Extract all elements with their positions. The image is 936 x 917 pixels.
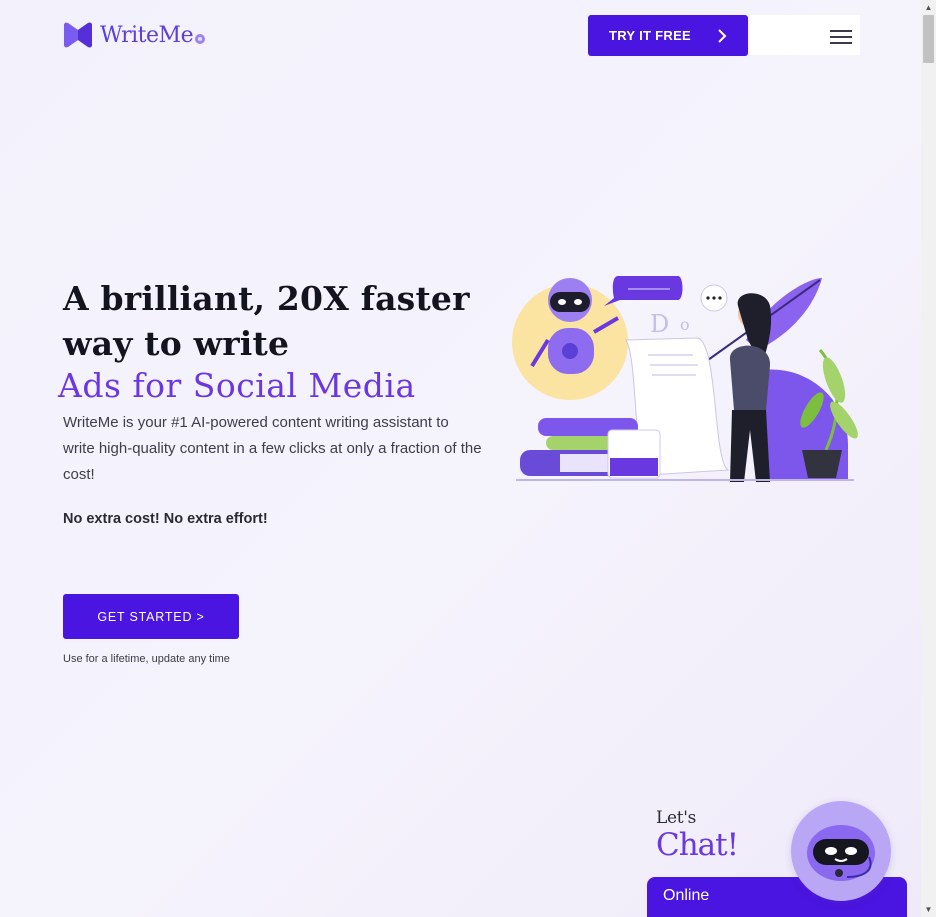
page: WriteMe TRY IT FREE A brilliant, 20X fas… bbox=[0, 0, 921, 917]
scroll-down-icon[interactable]: ▼ bbox=[921, 902, 936, 917]
chat-callout: Let's Chat! bbox=[656, 806, 739, 863]
chat-word-text: Chat! bbox=[656, 827, 739, 863]
page-scrollbar[interactable]: ▲ ▼ bbox=[921, 0, 936, 917]
svg-text:o: o bbox=[680, 315, 690, 334]
scroll-thumb[interactable] bbox=[923, 15, 934, 63]
chat-launcher-button[interactable] bbox=[791, 801, 891, 901]
robot-chat-icon bbox=[807, 825, 875, 881]
get-started-button[interactable]: GET STARTED > bbox=[63, 594, 239, 639]
cta-note: Use for a lifetime, update any time bbox=[63, 653, 230, 665]
brand-logo[interactable]: WriteMe bbox=[62, 22, 206, 48]
chevron-right-icon bbox=[718, 28, 727, 43]
chat-status: Online bbox=[663, 887, 710, 904]
hero-tagline: No extra cost! No extra effort! bbox=[63, 511, 268, 527]
try-it-free-label: TRY IT FREE bbox=[608, 28, 692, 43]
brand-name: WriteMe bbox=[100, 22, 194, 48]
svg-text:D: D bbox=[650, 310, 669, 338]
get-started-label: GET STARTED > bbox=[97, 609, 205, 624]
menu-container bbox=[750, 15, 860, 55]
hero-headline: A brilliant, 20X faster way to write bbox=[63, 279, 470, 363]
try-it-free-button[interactable]: TRY IT FREE bbox=[588, 15, 748, 56]
brand-logo-icon bbox=[64, 22, 92, 48]
hero-lead-text: WriteMe is your #1 AI-powered content wr… bbox=[63, 414, 482, 483]
brand-dot bbox=[195, 34, 206, 44]
scroll-up-icon[interactable]: ▲ bbox=[921, 0, 936, 15]
hero-headline-accent: Ads for Social Media bbox=[58, 366, 416, 405]
hero-illustration: D o bbox=[512, 276, 858, 482]
hamburger-menu-icon[interactable] bbox=[830, 30, 852, 44]
